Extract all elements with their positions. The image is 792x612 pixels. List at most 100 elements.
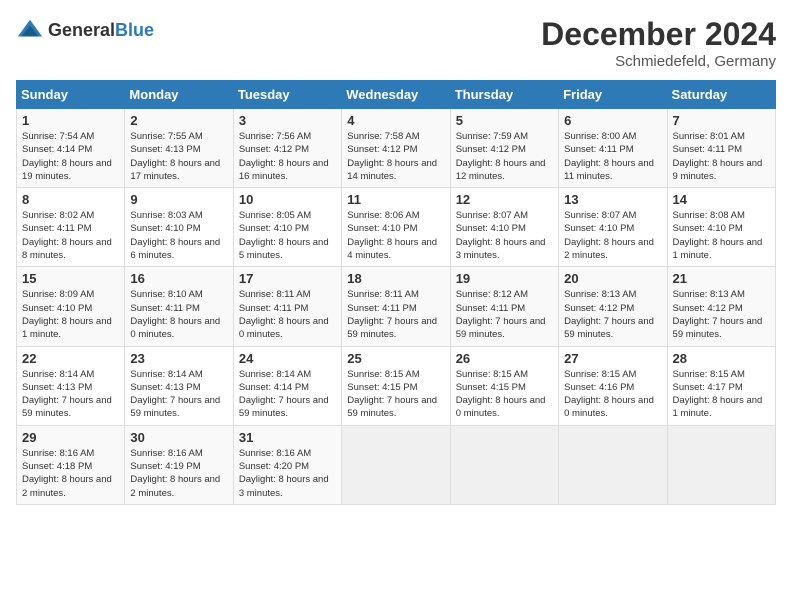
calendar-cell: 13 Sunrise: 8:07 AM Sunset: 4:10 PM Dayl… [559, 188, 667, 267]
cell-info: Sunrise: 8:00 AM Sunset: 4:11 PM Dayligh… [564, 131, 654, 182]
calendar-cell: 21 Sunrise: 8:13 AM Sunset: 4:12 PM Dayl… [667, 267, 775, 346]
day-of-week-header: Tuesday [233, 81, 341, 109]
day-number: 6 [564, 113, 661, 128]
day-number: 19 [456, 271, 553, 286]
calendar-cell: 26 Sunrise: 8:15 AM Sunset: 4:15 PM Dayl… [450, 346, 558, 425]
calendar-cell: 30 Sunrise: 8:16 AM Sunset: 4:19 PM Dayl… [125, 425, 233, 504]
calendar-cell: 9 Sunrise: 8:03 AM Sunset: 4:10 PM Dayli… [125, 188, 233, 267]
day-number: 10 [239, 192, 336, 207]
cell-info: Sunrise: 7:55 AM Sunset: 4:13 PM Dayligh… [130, 131, 220, 182]
day-number: 17 [239, 271, 336, 286]
calendar-cell: 28 Sunrise: 8:15 AM Sunset: 4:17 PM Dayl… [667, 346, 775, 425]
location-subtitle: Schmiedefeld, Germany [541, 53, 776, 70]
calendar-cell [559, 425, 667, 504]
cell-info: Sunrise: 8:15 AM Sunset: 4:16 PM Dayligh… [564, 369, 654, 420]
logo-general-text: GeneralBlue [48, 20, 154, 41]
day-of-week-header: Wednesday [342, 81, 450, 109]
logo: GeneralBlue [16, 16, 154, 44]
calendar-cell: 18 Sunrise: 8:11 AM Sunset: 4:11 PM Dayl… [342, 267, 450, 346]
calendar-cell: 20 Sunrise: 8:13 AM Sunset: 4:12 PM Dayl… [559, 267, 667, 346]
cell-info: Sunrise: 7:54 AM Sunset: 4:14 PM Dayligh… [22, 131, 112, 182]
cell-info: Sunrise: 8:01 AM Sunset: 4:11 PM Dayligh… [673, 131, 763, 182]
calendar-week-row: 1 Sunrise: 7:54 AM Sunset: 4:14 PM Dayli… [17, 109, 776, 188]
day-number: 4 [347, 113, 444, 128]
cell-info: Sunrise: 8:09 AM Sunset: 4:10 PM Dayligh… [22, 289, 112, 340]
calendar-cell: 16 Sunrise: 8:10 AM Sunset: 4:11 PM Dayl… [125, 267, 233, 346]
calendar-cell: 23 Sunrise: 8:14 AM Sunset: 4:13 PM Dayl… [125, 346, 233, 425]
calendar-cell: 4 Sunrise: 7:58 AM Sunset: 4:12 PM Dayli… [342, 109, 450, 188]
calendar-cell [342, 425, 450, 504]
calendar-cell: 7 Sunrise: 8:01 AM Sunset: 4:11 PM Dayli… [667, 109, 775, 188]
day-number: 25 [347, 351, 444, 366]
day-number: 15 [22, 271, 119, 286]
cell-info: Sunrise: 7:58 AM Sunset: 4:12 PM Dayligh… [347, 131, 437, 182]
day-number: 26 [456, 351, 553, 366]
page-header: GeneralBlue December 2024 Schmiedefeld, … [16, 16, 776, 70]
calendar-week-row: 22 Sunrise: 8:14 AM Sunset: 4:13 PM Dayl… [17, 346, 776, 425]
cell-info: Sunrise: 8:16 AM Sunset: 4:20 PM Dayligh… [239, 448, 329, 499]
calendar-cell [667, 425, 775, 504]
day-number: 28 [673, 351, 770, 366]
day-number: 11 [347, 192, 444, 207]
calendar-cell: 15 Sunrise: 8:09 AM Sunset: 4:10 PM Dayl… [17, 267, 125, 346]
calendar-cell: 29 Sunrise: 8:16 AM Sunset: 4:18 PM Dayl… [17, 425, 125, 504]
day-number: 29 [22, 430, 119, 445]
day-number: 3 [239, 113, 336, 128]
calendar-cell: 22 Sunrise: 8:14 AM Sunset: 4:13 PM Dayl… [17, 346, 125, 425]
day-number: 27 [564, 351, 661, 366]
cell-info: Sunrise: 8:05 AM Sunset: 4:10 PM Dayligh… [239, 210, 329, 261]
cell-info: Sunrise: 8:15 AM Sunset: 4:17 PM Dayligh… [673, 369, 763, 420]
calendar-week-row: 8 Sunrise: 8:02 AM Sunset: 4:11 PM Dayli… [17, 188, 776, 267]
title-block: December 2024 Schmiedefeld, Germany [541, 16, 776, 70]
calendar-cell: 25 Sunrise: 8:15 AM Sunset: 4:15 PM Dayl… [342, 346, 450, 425]
cell-info: Sunrise: 8:16 AM Sunset: 4:18 PM Dayligh… [22, 448, 112, 499]
calendar-cell: 8 Sunrise: 8:02 AM Sunset: 4:11 PM Dayli… [17, 188, 125, 267]
calendar-cell: 3 Sunrise: 7:56 AM Sunset: 4:12 PM Dayli… [233, 109, 341, 188]
day-number: 14 [673, 192, 770, 207]
day-number: 30 [130, 430, 227, 445]
cell-info: Sunrise: 8:12 AM Sunset: 4:11 PM Dayligh… [456, 289, 546, 340]
cell-info: Sunrise: 8:06 AM Sunset: 4:10 PM Dayligh… [347, 210, 437, 261]
day-number: 13 [564, 192, 661, 207]
month-year-title: December 2024 [541, 16, 776, 53]
calendar-cell: 17 Sunrise: 8:11 AM Sunset: 4:11 PM Dayl… [233, 267, 341, 346]
day-number: 16 [130, 271, 227, 286]
day-of-week-header: Saturday [667, 81, 775, 109]
cell-info: Sunrise: 8:10 AM Sunset: 4:11 PM Dayligh… [130, 289, 220, 340]
calendar-week-row: 15 Sunrise: 8:09 AM Sunset: 4:10 PM Dayl… [17, 267, 776, 346]
day-number: 22 [22, 351, 119, 366]
cell-info: Sunrise: 8:07 AM Sunset: 4:10 PM Dayligh… [456, 210, 546, 261]
cell-info: Sunrise: 8:02 AM Sunset: 4:11 PM Dayligh… [22, 210, 112, 261]
calendar-week-row: 29 Sunrise: 8:16 AM Sunset: 4:18 PM Dayl… [17, 425, 776, 504]
day-number: 24 [239, 351, 336, 366]
day-number: 21 [673, 271, 770, 286]
cell-info: Sunrise: 8:14 AM Sunset: 4:14 PM Dayligh… [239, 369, 329, 420]
cell-info: Sunrise: 7:56 AM Sunset: 4:12 PM Dayligh… [239, 131, 329, 182]
day-number: 8 [22, 192, 119, 207]
day-of-week-header: Friday [559, 81, 667, 109]
day-number: 18 [347, 271, 444, 286]
calendar-cell: 1 Sunrise: 7:54 AM Sunset: 4:14 PM Dayli… [17, 109, 125, 188]
calendar-cell: 19 Sunrise: 8:12 AM Sunset: 4:11 PM Dayl… [450, 267, 558, 346]
calendar-cell: 27 Sunrise: 8:15 AM Sunset: 4:16 PM Dayl… [559, 346, 667, 425]
day-number: 5 [456, 113, 553, 128]
day-number: 9 [130, 192, 227, 207]
calendar-cell: 5 Sunrise: 7:59 AM Sunset: 4:12 PM Dayli… [450, 109, 558, 188]
calendar-cell: 12 Sunrise: 8:07 AM Sunset: 4:10 PM Dayl… [450, 188, 558, 267]
cell-info: Sunrise: 8:11 AM Sunset: 4:11 PM Dayligh… [239, 289, 329, 340]
calendar-table: SundayMondayTuesdayWednesdayThursdayFrid… [16, 80, 776, 505]
calendar-cell: 11 Sunrise: 8:06 AM Sunset: 4:10 PM Dayl… [342, 188, 450, 267]
cell-info: Sunrise: 8:03 AM Sunset: 4:10 PM Dayligh… [130, 210, 220, 261]
day-number: 1 [22, 113, 119, 128]
cell-info: Sunrise: 7:59 AM Sunset: 4:12 PM Dayligh… [456, 131, 546, 182]
day-number: 2 [130, 113, 227, 128]
calendar-cell: 10 Sunrise: 8:05 AM Sunset: 4:10 PM Dayl… [233, 188, 341, 267]
cell-info: Sunrise: 8:07 AM Sunset: 4:10 PM Dayligh… [564, 210, 654, 261]
calendar-header-row: SundayMondayTuesdayWednesdayThursdayFrid… [17, 81, 776, 109]
calendar-cell: 14 Sunrise: 8:08 AM Sunset: 4:10 PM Dayl… [667, 188, 775, 267]
cell-info: Sunrise: 8:14 AM Sunset: 4:13 PM Dayligh… [22, 369, 112, 420]
day-of-week-header: Sunday [17, 81, 125, 109]
cell-info: Sunrise: 8:14 AM Sunset: 4:13 PM Dayligh… [130, 369, 220, 420]
day-number: 31 [239, 430, 336, 445]
calendar-cell: 31 Sunrise: 8:16 AM Sunset: 4:20 PM Dayl… [233, 425, 341, 504]
